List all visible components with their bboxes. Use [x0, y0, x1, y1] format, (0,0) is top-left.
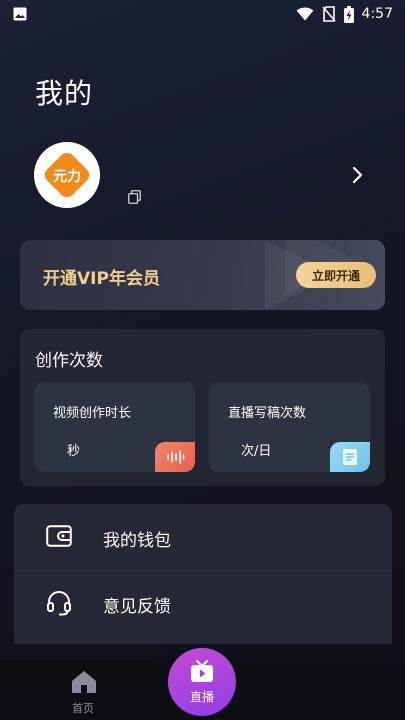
- home-icon: [72, 671, 96, 693]
- chevron-right-icon[interactable]: [350, 166, 364, 184]
- waveform-icon: [155, 442, 195, 472]
- video-duration-unit: 秒: [67, 444, 81, 459]
- menu-item-feedback-label: 意见反馈: [103, 597, 171, 617]
- creation-count-title: 创作次数: [35, 351, 103, 371]
- nav-home-label: 首页: [72, 702, 94, 715]
- menu-list: 我的钱包 意见反馈: [14, 504, 392, 644]
- live-script-unit: 次/日: [241, 444, 272, 459]
- video-duration-card[interactable]: 视频创作时长 秒: [34, 382, 195, 472]
- headset-icon: [47, 591, 71, 616]
- image-notification-icon: [13, 7, 27, 21]
- wifi-icon: [296, 7, 314, 21]
- no-sim-icon: [321, 6, 336, 22]
- live-script-card[interactable]: 直播写稿次数 次/日: [209, 382, 370, 472]
- status-bar: 4:57: [0, 0, 405, 28]
- document-icon: [330, 442, 370, 472]
- live-script-label: 直播写稿次数: [228, 406, 307, 421]
- menu-item-wallet[interactable]: 我的钱包: [14, 504, 392, 571]
- wallet-icon: [46, 525, 72, 547]
- creation-count-card: 创作次数 视频创作时长 秒 直播写稿次数 次/日: [20, 329, 385, 486]
- menu-item-wallet-label: 我的钱包: [103, 531, 171, 551]
- yuanli-logo-icon: 元力: [44, 152, 90, 198]
- menu-item-feedback[interactable]: 意见反馈: [14, 570, 392, 636]
- nav-live-label: 直播: [189, 690, 214, 704]
- live-tv-icon: [191, 660, 213, 682]
- status-time: 4:57: [361, 6, 393, 22]
- vip-title: 开通VIP年会员: [43, 269, 160, 289]
- svg-text:元力: 元力: [53, 168, 81, 185]
- copy-icon[interactable]: [128, 190, 141, 204]
- nav-home[interactable]: 首页: [64, 668, 104, 716]
- nav-live[interactable]: 直播: [168, 648, 236, 716]
- video-duration-label: 视频创作时长: [53, 406, 132, 421]
- vip-banner[interactable]: 开通VIP年会员 立即开通: [20, 240, 385, 310]
- page-title: 我的: [35, 77, 94, 110]
- activate-vip-button[interactable]: 立即开通: [296, 262, 376, 288]
- battery-charging-icon: [343, 5, 354, 23]
- avatar[interactable]: 元力: [34, 142, 100, 208]
